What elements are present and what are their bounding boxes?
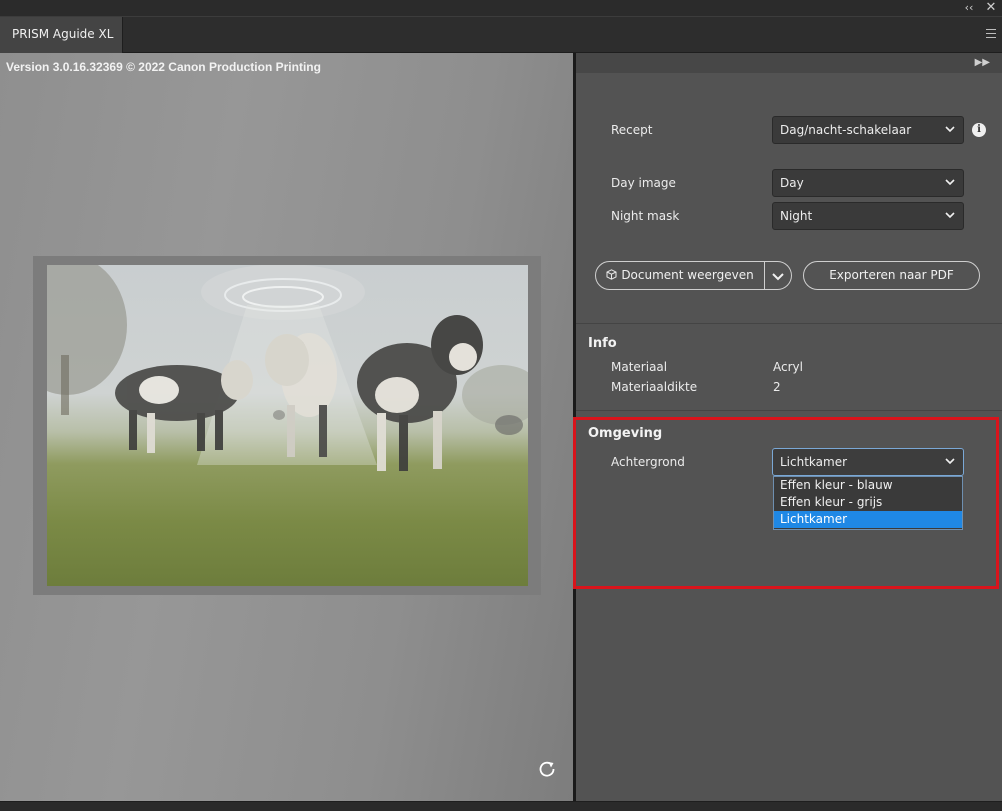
section-separator	[576, 410, 1002, 411]
double-chevron-right-icon[interactable]: ▶▶	[975, 57, 990, 68]
chevron-down-icon	[945, 126, 955, 133]
window-title-strip: ‹‹ ✕	[0, 0, 1002, 17]
dropdown-option-solid-gray[interactable]: Effen kleur - grijs	[774, 494, 962, 511]
day-image-select[interactable]: Day	[772, 169, 964, 197]
close-icon[interactable]: ✕	[984, 1, 998, 15]
chevron-down-icon	[772, 273, 784, 281]
export-pdf-label: Exporteren naar PDF	[829, 268, 954, 282]
recept-select[interactable]: Dag/nacht-schakelaar	[772, 116, 964, 144]
preview-panel: Version 3.0.16.32369 © 2022 Canon Produc…	[0, 53, 573, 801]
background-value: Lichtkamer	[780, 455, 848, 469]
hamburger-menu-icon[interactable]	[986, 29, 996, 38]
night-mask-label: Night mask	[611, 209, 680, 223]
preview-image	[47, 265, 528, 586]
export-pdf-button[interactable]: Exporteren naar PDF	[803, 261, 980, 290]
panel-header: ▶▶	[576, 53, 1002, 73]
background-select[interactable]: Lichtkamer	[772, 448, 964, 476]
photo-cows-ufo	[47, 265, 528, 471]
info-icon[interactable]: i	[972, 123, 986, 137]
day-image-label: Day image	[611, 176, 676, 190]
material-label: Materiaal	[611, 360, 668, 374]
recept-label: Recept	[611, 123, 653, 137]
recept-value: Dag/nacht-schakelaar	[780, 123, 912, 137]
day-image-value: Day	[780, 176, 804, 190]
material-thickness-label: Materiaaldikte	[611, 380, 698, 394]
double-chevron-left-icon[interactable]: ‹‹	[962, 1, 976, 15]
preview-frame	[33, 256, 541, 595]
cube-icon	[606, 269, 617, 280]
chevron-down-icon	[945, 179, 955, 186]
material-value: Acryl	[773, 360, 803, 374]
background-dropdown-list: Effen kleur - blauw Effen kleur - grijs …	[773, 476, 963, 530]
night-mask-value: Night	[780, 209, 813, 223]
properties-panel: ▶▶ Recept Dag/nacht-schakelaar i Day ima…	[576, 53, 1002, 801]
rotate-reset-icon[interactable]	[537, 759, 557, 779]
bottom-bar	[0, 801, 1002, 811]
night-mask-select[interactable]: Night	[772, 202, 964, 230]
section-separator	[576, 323, 1002, 324]
chevron-down-icon	[945, 458, 955, 465]
dropdown-option-solid-blue[interactable]: Effen kleur - blauw	[774, 477, 962, 494]
chevron-down-icon	[945, 212, 955, 219]
document-view-button[interactable]: Document weergeven	[595, 261, 765, 290]
background-label: Achtergrond	[611, 455, 685, 469]
info-heading: Info	[588, 336, 617, 351]
material-thickness-value: 2	[773, 380, 781, 394]
version-text: Version 3.0.16.32369 © 2022 Canon Produc…	[6, 60, 321, 74]
document-view-dropdown-button[interactable]	[764, 261, 792, 290]
environment-heading: Omgeving	[588, 426, 663, 441]
dropdown-option-lightroom[interactable]: Lichtkamer	[774, 511, 962, 528]
document-view-label: Document weergeven	[621, 268, 754, 282]
tab-bar: PRISM Aguide XL	[0, 17, 1002, 53]
tab-prism-aguide[interactable]: PRISM Aguide XL	[0, 17, 123, 53]
